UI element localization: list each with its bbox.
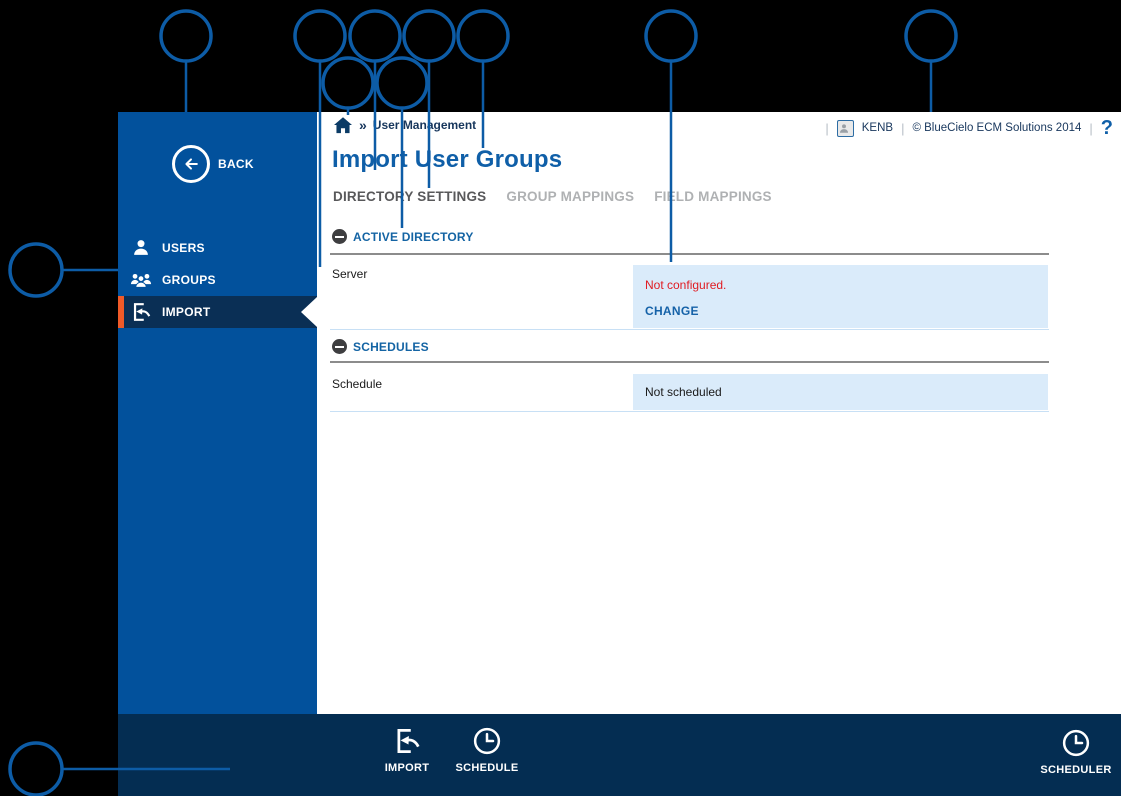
sidebar-item-import[interactable]: IMPORT — [118, 296, 317, 328]
callout-circle — [10, 743, 62, 795]
sidebar: BACK USERS GROUPS — [118, 112, 317, 714]
bottom-action-bar: IMPORT SCHEDULE SCHEDULER — [118, 714, 1121, 796]
row-separator — [330, 411, 1049, 412]
import-icon — [392, 726, 422, 756]
callout-circle — [646, 11, 696, 61]
active-item-accent-bar — [118, 296, 124, 328]
callout-circle — [350, 11, 400, 61]
section-rule — [330, 361, 1049, 363]
sidebar-item-label: IMPORT — [162, 305, 210, 319]
schedule-status-text: Not scheduled — [645, 385, 722, 399]
bottombar-scheduler-button[interactable]: SCHEDULER — [1031, 728, 1121, 776]
tab-group-mappings[interactable]: GROUP MAPPINGS — [506, 189, 634, 204]
breadcrumb: » User Management — [333, 116, 476, 134]
back-label: BACK — [218, 157, 254, 171]
sidebar-item-label: USERS — [162, 241, 205, 255]
sidebar-item-groups[interactable]: GROUPS — [118, 264, 317, 296]
bottombar-label: SCHEDULE — [456, 762, 519, 774]
callout-circle — [377, 58, 427, 108]
topbar-divider: | — [901, 121, 904, 136]
section-title[interactable]: ACTIVE DIRECTORY — [353, 230, 474, 244]
back-button[interactable]: BACK — [172, 145, 254, 183]
help-icon[interactable]: ? — [1101, 118, 1113, 138]
callout-circle — [10, 244, 62, 296]
breadcrumb-separator: » — [359, 118, 367, 132]
server-row-label: Server — [332, 267, 367, 281]
user-avatar-icon — [837, 120, 854, 137]
server-status-text: Not configured. — [645, 278, 726, 292]
tab-directory-settings[interactable]: DIRECTORY SETTINGS — [333, 189, 486, 204]
row-separator — [330, 329, 1049, 330]
clock-icon — [1061, 728, 1091, 758]
collapse-icon[interactable] — [332, 229, 347, 244]
back-arrow-icon — [172, 145, 210, 183]
callout-circle — [458, 11, 508, 61]
schedule-row-label: Schedule — [332, 377, 382, 391]
section-header-schedules: SCHEDULES — [332, 339, 429, 354]
bottombar-schedule-button[interactable]: SCHEDULE — [442, 726, 532, 774]
topbar-divider: | — [825, 121, 828, 136]
topbar-right: | KENB | © BlueCielo ECM Solutions 2014 … — [825, 118, 1113, 138]
callout-circle — [323, 58, 373, 108]
page-title: Import User Groups — [332, 146, 562, 174]
group-icon — [130, 269, 152, 291]
sidebar-item-users[interactable]: USERS — [118, 232, 317, 264]
callout-circle — [161, 11, 211, 61]
server-status-box: Not configured. CHANGE — [633, 265, 1048, 328]
main-content: » User Management | KENB | © BlueCielo E… — [317, 112, 1121, 714]
bottombar-label: IMPORT — [385, 762, 430, 774]
section-title[interactable]: SCHEDULES — [353, 340, 429, 354]
user-icon — [130, 237, 152, 259]
import-icon — [130, 301, 152, 323]
sidebar-menu: USERS GROUPS — [118, 232, 317, 328]
user-name[interactable]: KENB — [862, 122, 893, 134]
sidebar-item-label: GROUPS — [162, 273, 216, 287]
breadcrumb-current[interactable]: User Management — [373, 118, 476, 132]
tab-field-mappings[interactable]: FIELD MAPPINGS — [654, 189, 772, 204]
screenshot-stage: BACK USERS GROUPS — [0, 0, 1121, 796]
bottombar-import-button[interactable]: IMPORT — [362, 726, 452, 774]
schedule-status-box: Not scheduled — [633, 374, 1048, 410]
clock-icon — [472, 726, 502, 756]
collapse-icon[interactable] — [332, 339, 347, 354]
callout-circle — [906, 11, 956, 61]
section-header-active-directory: ACTIVE DIRECTORY — [332, 229, 474, 244]
active-item-notch — [301, 297, 317, 327]
tab-bar: DIRECTORY SETTINGS GROUP MAPPINGS FIELD … — [333, 189, 772, 204]
callout-circle — [404, 11, 454, 61]
change-link[interactable]: CHANGE — [645, 304, 699, 318]
bottombar-label: SCHEDULER — [1040, 764, 1111, 776]
copyright-text: © BlueCielo ECM Solutions 2014 — [912, 122, 1081, 134]
home-icon[interactable] — [333, 116, 353, 134]
section-rule — [330, 253, 1049, 255]
topbar-divider: | — [1089, 121, 1092, 136]
callout-circle — [295, 11, 345, 61]
